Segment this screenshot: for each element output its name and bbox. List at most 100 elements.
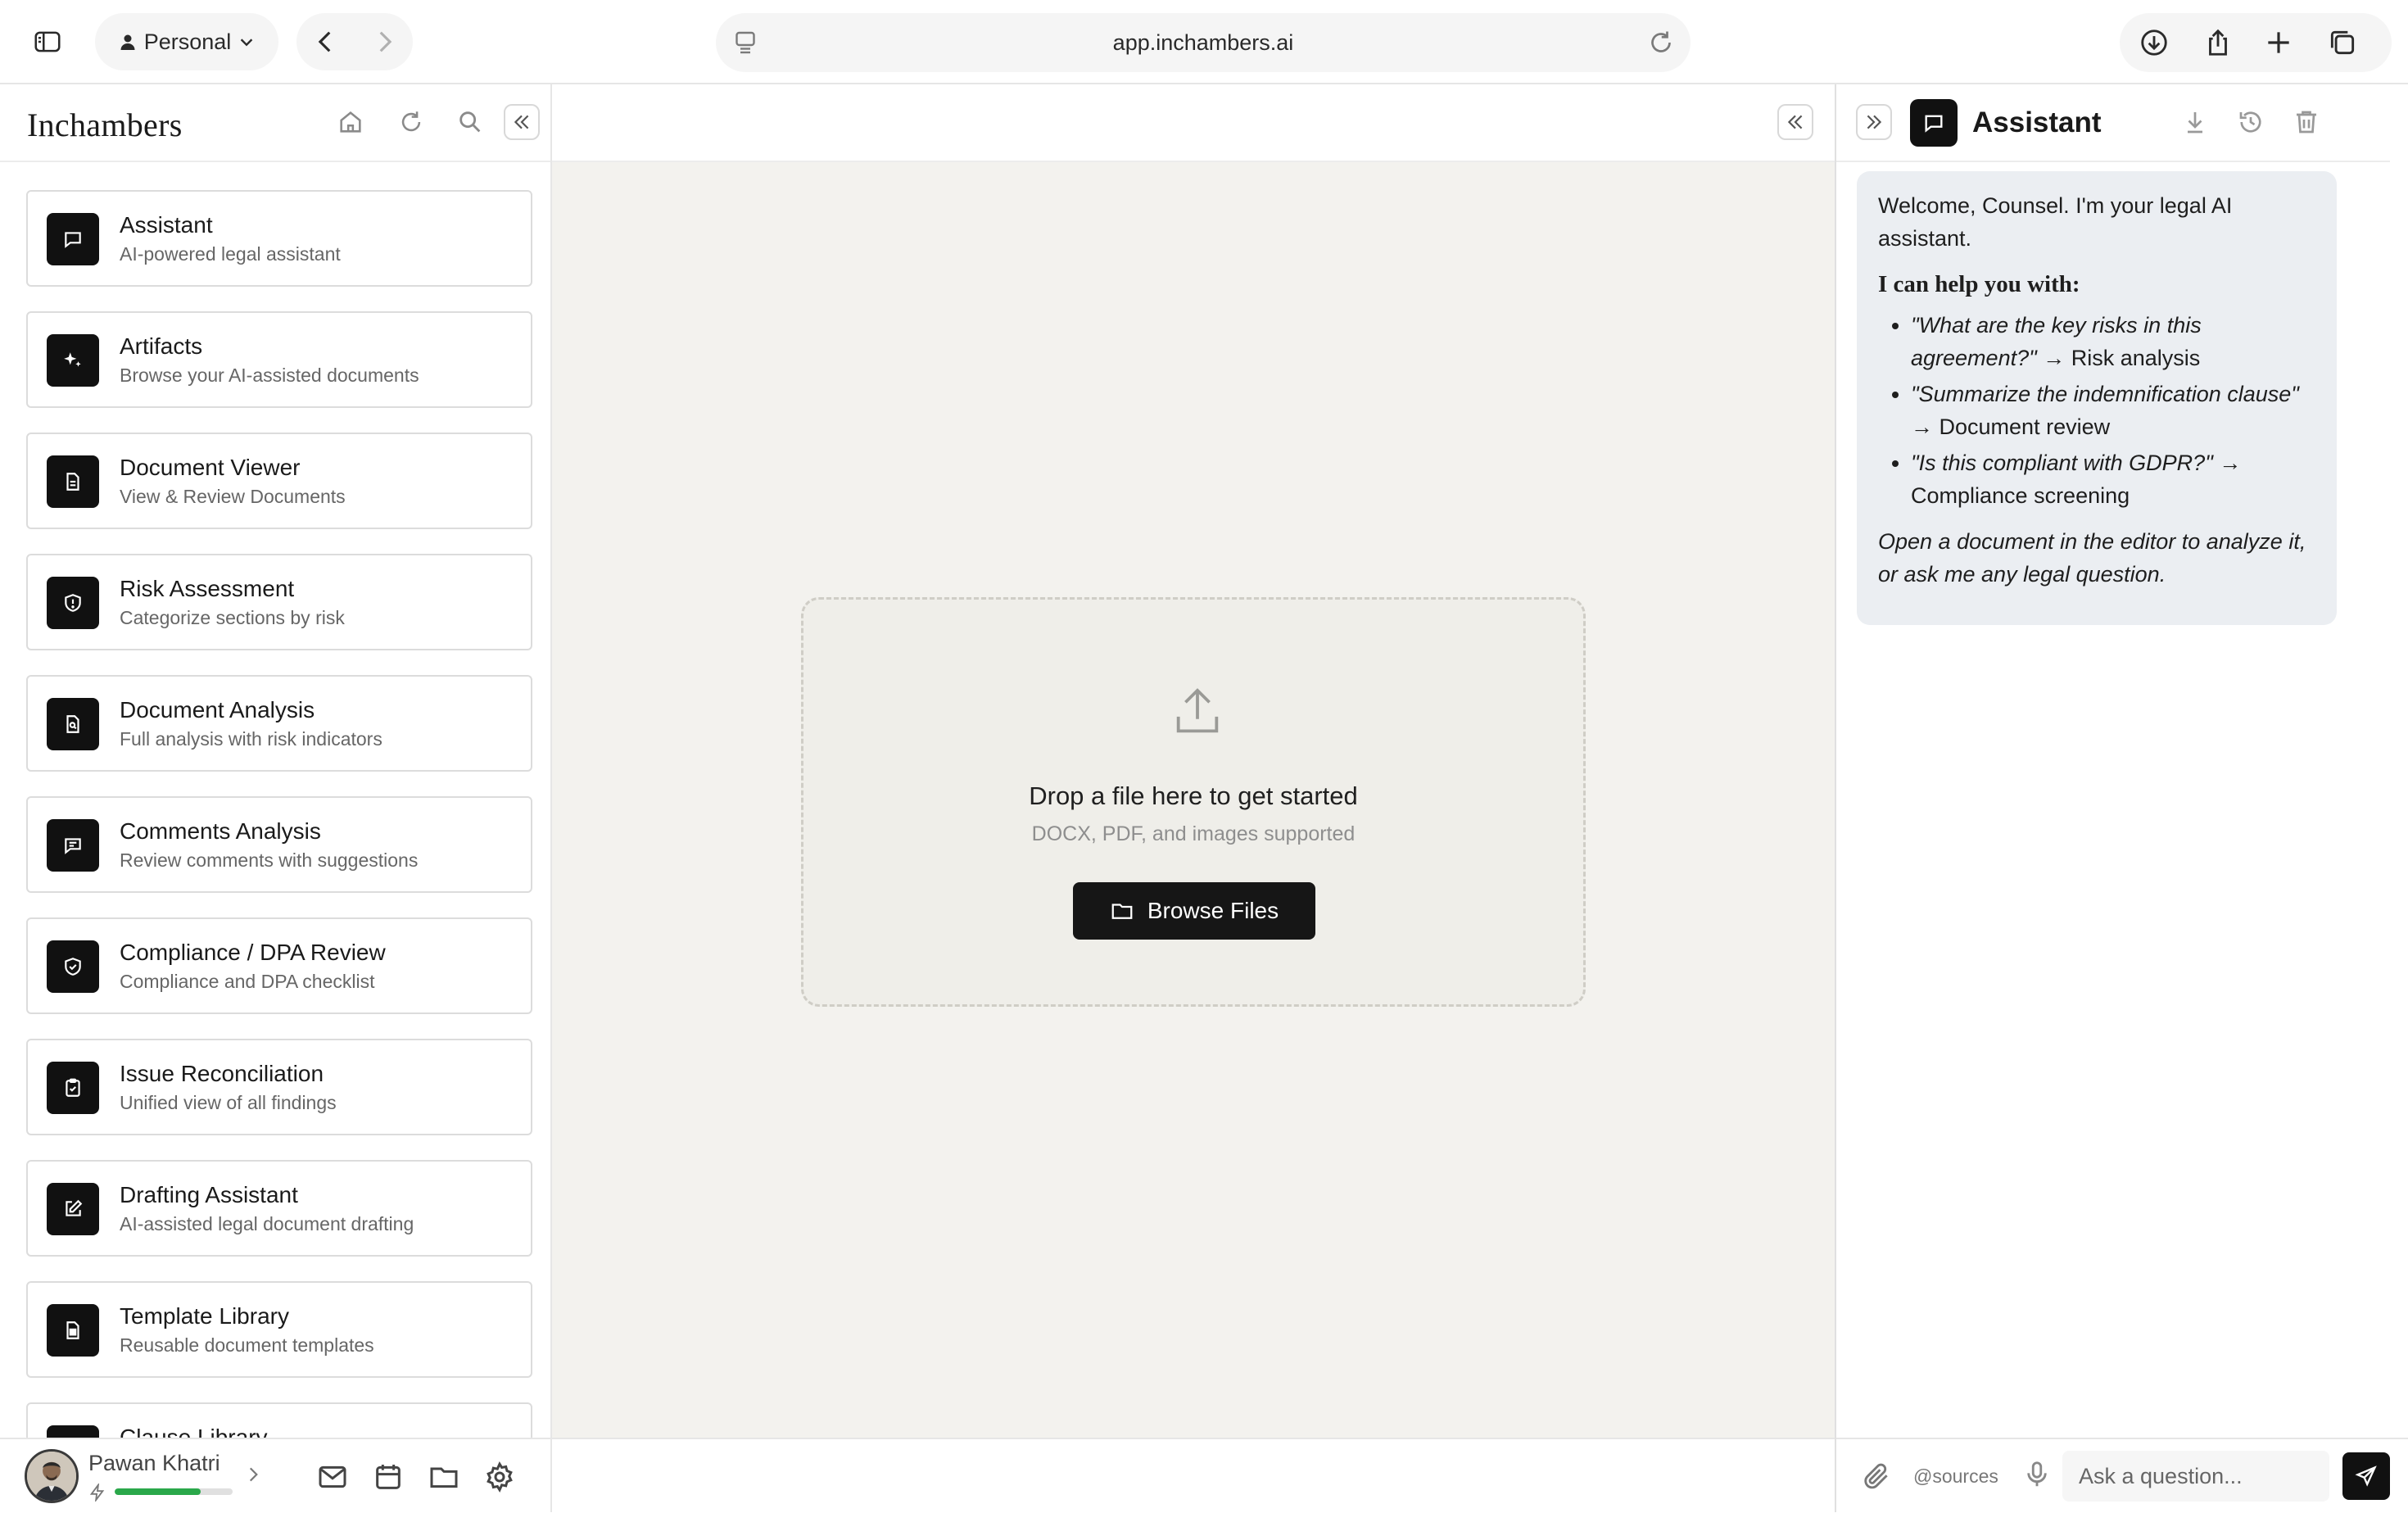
person-icon bbox=[120, 34, 135, 50]
dropzone-subtitle: DOCX, PDF, and images supported bbox=[1031, 822, 1356, 845]
chevron-down-icon bbox=[241, 39, 253, 47]
tool-title: Artifacts bbox=[120, 333, 203, 359]
arrow-text: → bbox=[1911, 414, 1933, 439]
browse-files-button[interactable]: Browse Files bbox=[1073, 882, 1315, 940]
back-button[interactable] bbox=[296, 13, 355, 70]
tool-card-risk-assessment[interactable]: Risk Assessment Categorize sections by r… bbox=[26, 554, 532, 650]
example-query[interactable]: "Is this compliant with GDPR?" bbox=[1911, 451, 2213, 475]
usage-progress-bar bbox=[115, 1488, 233, 1495]
tool-card-issue-reconciliation[interactable]: Issue Reconciliation Unified view of all… bbox=[26, 1039, 532, 1135]
tab-overview-button[interactable] bbox=[2315, 13, 2370, 72]
reload-icon[interactable] bbox=[1646, 28, 1676, 57]
downloads-button[interactable] bbox=[2126, 13, 2182, 72]
assistant-panel: Assistant Welcome, Counsel. I'm your leg… bbox=[1835, 84, 2408, 1512]
example-result: Risk analysis bbox=[2071, 346, 2201, 370]
share-button[interactable] bbox=[2190, 13, 2246, 72]
example-query[interactable]: "Summarize the indemnification clause" bbox=[1911, 382, 2299, 406]
trash-icon[interactable] bbox=[2292, 107, 2321, 137]
refresh-button[interactable] bbox=[395, 106, 428, 138]
chat-input-bar: @sources bbox=[1836, 1438, 2408, 1512]
question-input[interactable] bbox=[2062, 1451, 2329, 1502]
home-button[interactable] bbox=[334, 106, 367, 138]
tool-subtitle: Categorize sections by risk bbox=[120, 607, 345, 628]
tool-card-template-library[interactable]: Template Library Reusable document templ… bbox=[26, 1281, 532, 1378]
browser-toolbar: Personal app.inchambers.ai bbox=[0, 0, 2408, 84]
chat-icon bbox=[1910, 99, 1958, 147]
history-icon[interactable] bbox=[2236, 107, 2265, 137]
profile-switcher[interactable]: Personal bbox=[95, 13, 278, 70]
collapse-assistant-button[interactable] bbox=[1856, 104, 1892, 140]
sparkle-icon bbox=[47, 334, 99, 387]
search-button[interactable] bbox=[454, 106, 487, 138]
mail-icon[interactable] bbox=[316, 1461, 349, 1493]
chevrons-right-icon bbox=[1867, 115, 1882, 129]
example-result: Compliance screening bbox=[1911, 483, 2130, 508]
example-list: "What are the key risks in this agreemen… bbox=[1878, 309, 2315, 512]
bolt-icon bbox=[89, 1483, 105, 1502]
collapse-sidebar-button[interactable] bbox=[504, 104, 540, 140]
chevron-right-icon[interactable] bbox=[242, 1464, 264, 1485]
plus-icon bbox=[2268, 32, 2289, 53]
forward-button[interactable] bbox=[355, 13, 413, 70]
paperclip-icon[interactable] bbox=[1861, 1461, 1892, 1492]
brand-logo[interactable]: Inchambers bbox=[27, 106, 183, 144]
user-footer: Pawan Khatri bbox=[0, 1438, 550, 1512]
list-item: "Summarize the indemnification clause" →… bbox=[1911, 378, 2315, 443]
chevrons-left-icon bbox=[514, 115, 529, 129]
page-menu-icon[interactable] bbox=[731, 28, 760, 57]
avatar[interactable] bbox=[25, 1449, 79, 1503]
tool-subtitle: View & Review Documents bbox=[120, 486, 346, 507]
editor-footer bbox=[552, 1438, 1835, 1512]
calendar-icon[interactable] bbox=[372, 1461, 405, 1493]
clipboard-check-icon bbox=[47, 1062, 99, 1114]
tool-subtitle: Browse your AI-assisted documents bbox=[120, 365, 419, 386]
collapse-editor-button[interactable] bbox=[1777, 104, 1813, 140]
sidebar-header: Inchambers bbox=[0, 84, 550, 162]
new-tab-button[interactable] bbox=[2251, 13, 2306, 72]
document-icon bbox=[47, 455, 99, 508]
tool-title: Document Viewer bbox=[120, 455, 301, 480]
tool-card-compliance-dpa-review[interactable]: Compliance / DPA Review Compliance and D… bbox=[26, 917, 532, 1014]
profile-label: Personal bbox=[143, 29, 232, 54]
settings-gear-icon[interactable] bbox=[483, 1461, 516, 1493]
assistant-header: Assistant bbox=[1836, 84, 2390, 162]
tool-card-drafting-assistant[interactable]: Drafting Assistant AI-assisted legal doc… bbox=[26, 1160, 532, 1257]
folder-icon[interactable] bbox=[428, 1461, 460, 1493]
tool-title: Document Analysis bbox=[120, 697, 315, 722]
sources-mention-button[interactable]: @sources bbox=[1913, 1465, 1998, 1488]
document-search-icon bbox=[47, 698, 99, 750]
tool-card-comments-analysis[interactable]: Comments Analysis Review comments with s… bbox=[26, 796, 532, 893]
microphone-icon[interactable] bbox=[2021, 1459, 2053, 1490]
tool-card-artifacts[interactable]: Artifacts Browse your AI-assisted docume… bbox=[26, 311, 532, 408]
tool-card-assistant[interactable]: Assistant AI-powered legal assistant bbox=[26, 190, 532, 287]
download-icon[interactable] bbox=[2180, 107, 2210, 137]
browse-files-label: Browse Files bbox=[1147, 898, 1279, 923]
tabs-icon bbox=[2330, 30, 2355, 55]
tool-card-document-analysis[interactable]: Document Analysis Full analysis with ris… bbox=[26, 675, 532, 772]
sidebar-toggle-button[interactable] bbox=[16, 13, 79, 70]
send-icon bbox=[2355, 1465, 2377, 1487]
tool-subtitle: Full analysis with risk indicators bbox=[120, 728, 382, 750]
tool-title: Drafting Assistant bbox=[120, 1182, 298, 1207]
welcome-text: Welcome, Counsel. I'm your legal AI assi… bbox=[1878, 193, 2233, 251]
tool-card-document-viewer[interactable]: Document Viewer View & Review Documents bbox=[26, 433, 532, 529]
user-photo bbox=[27, 1452, 76, 1501]
list-item: "What are the key risks in this agreemen… bbox=[1911, 309, 2315, 374]
help-heading: I can help you with: bbox=[1878, 271, 2080, 297]
edit-icon bbox=[47, 1183, 99, 1235]
editor-header bbox=[552, 84, 1835, 162]
tool-subtitle: Compliance and DPA checklist bbox=[120, 971, 375, 992]
tool-subtitle: Unified view of all findings bbox=[120, 1092, 337, 1113]
sidebar: Inchambers Assistant AI-powered legal as… bbox=[0, 84, 552, 1512]
assistant-message: Welcome, Counsel. I'm your legal AI assi… bbox=[1857, 171, 2337, 625]
chevron-left-icon bbox=[318, 31, 330, 52]
download-circle-icon bbox=[2141, 29, 2167, 56]
usage-progress-fill bbox=[115, 1488, 201, 1495]
editor-area: Drop a file here to get started DOCX, PD… bbox=[552, 84, 1835, 1512]
history-nav bbox=[296, 13, 413, 70]
file-dropzone[interactable]: Drop a file here to get started DOCX, PD… bbox=[801, 597, 1586, 1007]
address-bar[interactable]: app.inchambers.ai bbox=[716, 13, 1691, 72]
send-button[interactable] bbox=[2342, 1452, 2390, 1500]
template-icon bbox=[47, 1304, 99, 1357]
tool-title: Template Library bbox=[120, 1303, 289, 1329]
